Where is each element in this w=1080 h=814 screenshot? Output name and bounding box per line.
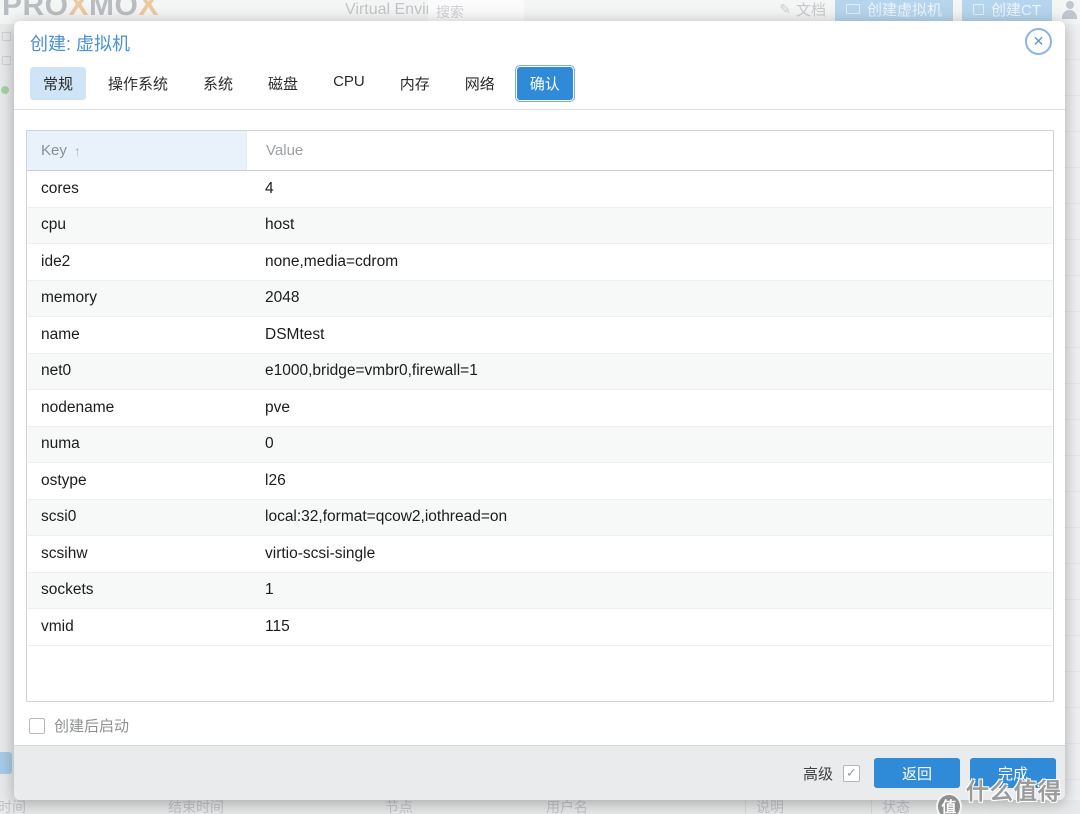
table-row[interactable]: net0 e1000,bridge=vmbr0,firewall=1 (27, 353, 1053, 390)
row-value: 4 (265, 179, 274, 197)
create-vm-dialog: 创建: 虚拟机 ✕ 常规 操作系统 系统 磁盘 CPU 内存 网络 确认 Key ↑ Valu… (14, 21, 1065, 800)
background-panel-edge (1065, 24, 1080, 800)
table-header-row: Key ↑ Value (27, 131, 1053, 171)
dialog-header: 创建: 虚拟机 ✕ (14, 21, 1065, 61)
table-row[interactable]: scsihw virtio-scsi-single (27, 536, 1053, 573)
wizard-tab[interactable]: 系统 (190, 67, 246, 100)
dialog-body: Key ↑ Value cores 4 cpu host ide2 none,m… (14, 110, 1065, 736)
table-row[interactable]: numa 0 (27, 426, 1053, 463)
background-selected-item (0, 752, 12, 774)
row-value: none,media=cdrom (265, 252, 399, 270)
user-icon[interactable] (1061, 0, 1078, 19)
background-status-dot (1, 86, 9, 94)
row-key: scsihw (41, 544, 88, 562)
row-key: sockets (41, 581, 94, 599)
advanced-checkbox[interactable]: ✓ (843, 764, 860, 782)
confirm-settings-table: Key ↑ Value cores 4 cpu host ide2 none,m… (26, 130, 1054, 702)
wizard-tab-bar: 常规 操作系统 系统 磁盘 CPU 内存 网络 确认 (14, 61, 1065, 110)
value-column-header[interactable]: Value (246, 131, 1053, 170)
key-header-label: Key (41, 142, 67, 159)
table-row[interactable]: name DSMtest (27, 317, 1053, 354)
background-tree-icon (2, 32, 11, 41)
row-value: 0 (265, 435, 274, 453)
table-row[interactable]: ostype l26 (27, 463, 1053, 500)
row-key: name (41, 325, 80, 343)
monitor-icon (845, 4, 860, 14)
row-value: host (265, 216, 295, 234)
back-button[interactable]: 返回 (874, 758, 960, 788)
table-row[interactable]: ide2 none,media=cdrom (27, 244, 1053, 281)
value-header-label: Value (266, 142, 304, 159)
row-value: pve (265, 398, 290, 416)
row-key: cpu (41, 216, 66, 234)
row-value: l26 (265, 471, 286, 489)
row-value: 115 (265, 617, 290, 635)
table-row[interactable]: sockets 1 (27, 572, 1053, 609)
logo-x-icon: X (138, 0, 159, 22)
proxmox-page: PROXMOX Virtual Environment 8.1.4 搜索 ✎ 文… (0, 0, 1080, 814)
logo-text: PRO (2, 0, 69, 22)
table-row[interactable]: cpu host (27, 207, 1053, 244)
proxmox-logo: PROXMOX (2, 0, 159, 23)
row-key: net0 (41, 362, 72, 380)
wizard-tab[interactable]: 确认 (516, 67, 573, 100)
dialog-footer: 高级 ✓ 返回 完成 (14, 745, 1065, 800)
wizard-tab[interactable]: 操作系统 (95, 67, 181, 100)
create-vm-button[interactable]: 创建虚拟机 (834, 0, 953, 23)
table-row[interactable]: cores 4 (27, 171, 1053, 208)
table-row[interactable]: vmid 115 (27, 609, 1053, 646)
search-input[interactable]: 搜索 (428, 0, 524, 21)
table-row[interactable]: nodename pve (27, 390, 1053, 427)
create-ct-label: 创建CT (991, 1, 1041, 19)
finish-button[interactable]: 完成 (970, 758, 1056, 788)
row-value: local:32,format=qcow2,iothread=on (265, 508, 508, 526)
wizard-tab[interactable]: CPU (320, 67, 378, 100)
header-actions: ✎ 文档 创建虚拟机 创建CT (779, 0, 1078, 23)
wizard-tab[interactable]: 常规 (30, 67, 87, 100)
start-after-created-label: 创建后启动 (54, 718, 130, 735)
create-vm-label: 创建虚拟机 (866, 1, 942, 19)
key-column-header[interactable]: Key ↑ (27, 131, 246, 170)
row-key: ostype (41, 471, 87, 489)
dialog-title: 创建: 虚拟机 (30, 34, 131, 54)
row-value: 2048 (265, 289, 300, 307)
row-key: scsi0 (41, 508, 77, 526)
wizard-tab[interactable]: 磁盘 (255, 67, 311, 100)
row-key: nodename (41, 398, 115, 416)
row-value: e1000,bridge=vmbr0,firewall=1 (265, 362, 478, 380)
row-key: cores (41, 179, 79, 197)
start-after-created-row: 创建后启动 (29, 715, 1054, 736)
row-value: virtio-scsi-single (265, 544, 376, 562)
logo-text: MO (89, 0, 139, 22)
background-tree-icon (2, 56, 11, 65)
logo-x-icon: X (68, 0, 90, 22)
close-icon[interactable]: ✕ (1025, 28, 1052, 55)
container-icon (973, 3, 984, 15)
row-key: ide2 (41, 252, 71, 270)
advanced-label: 高级 (802, 765, 833, 783)
wizard-tab[interactable]: 网络 (452, 67, 508, 100)
row-key: numa (41, 435, 80, 453)
row-value: DSMtest (265, 325, 325, 343)
wizard-tab[interactable]: 内存 (387, 67, 443, 100)
create-ct-button[interactable]: 创建CT (962, 0, 1052, 23)
row-key: vmid (41, 617, 74, 635)
row-value: 1 (265, 581, 274, 599)
document-icon: ✎ (779, 0, 791, 17)
table-row[interactable]: scsi0 local:32,format=qcow2,iothread=on (27, 499, 1053, 536)
row-key: memory (41, 289, 97, 307)
sort-ascending-icon: ↑ (73, 142, 81, 159)
documentation-label: 文档 (795, 1, 826, 19)
start-after-created-checkbox[interactable] (29, 717, 45, 734)
documentation-button[interactable]: ✎ 文档 (779, 0, 826, 20)
table-row[interactable]: memory 2048 (27, 280, 1053, 317)
